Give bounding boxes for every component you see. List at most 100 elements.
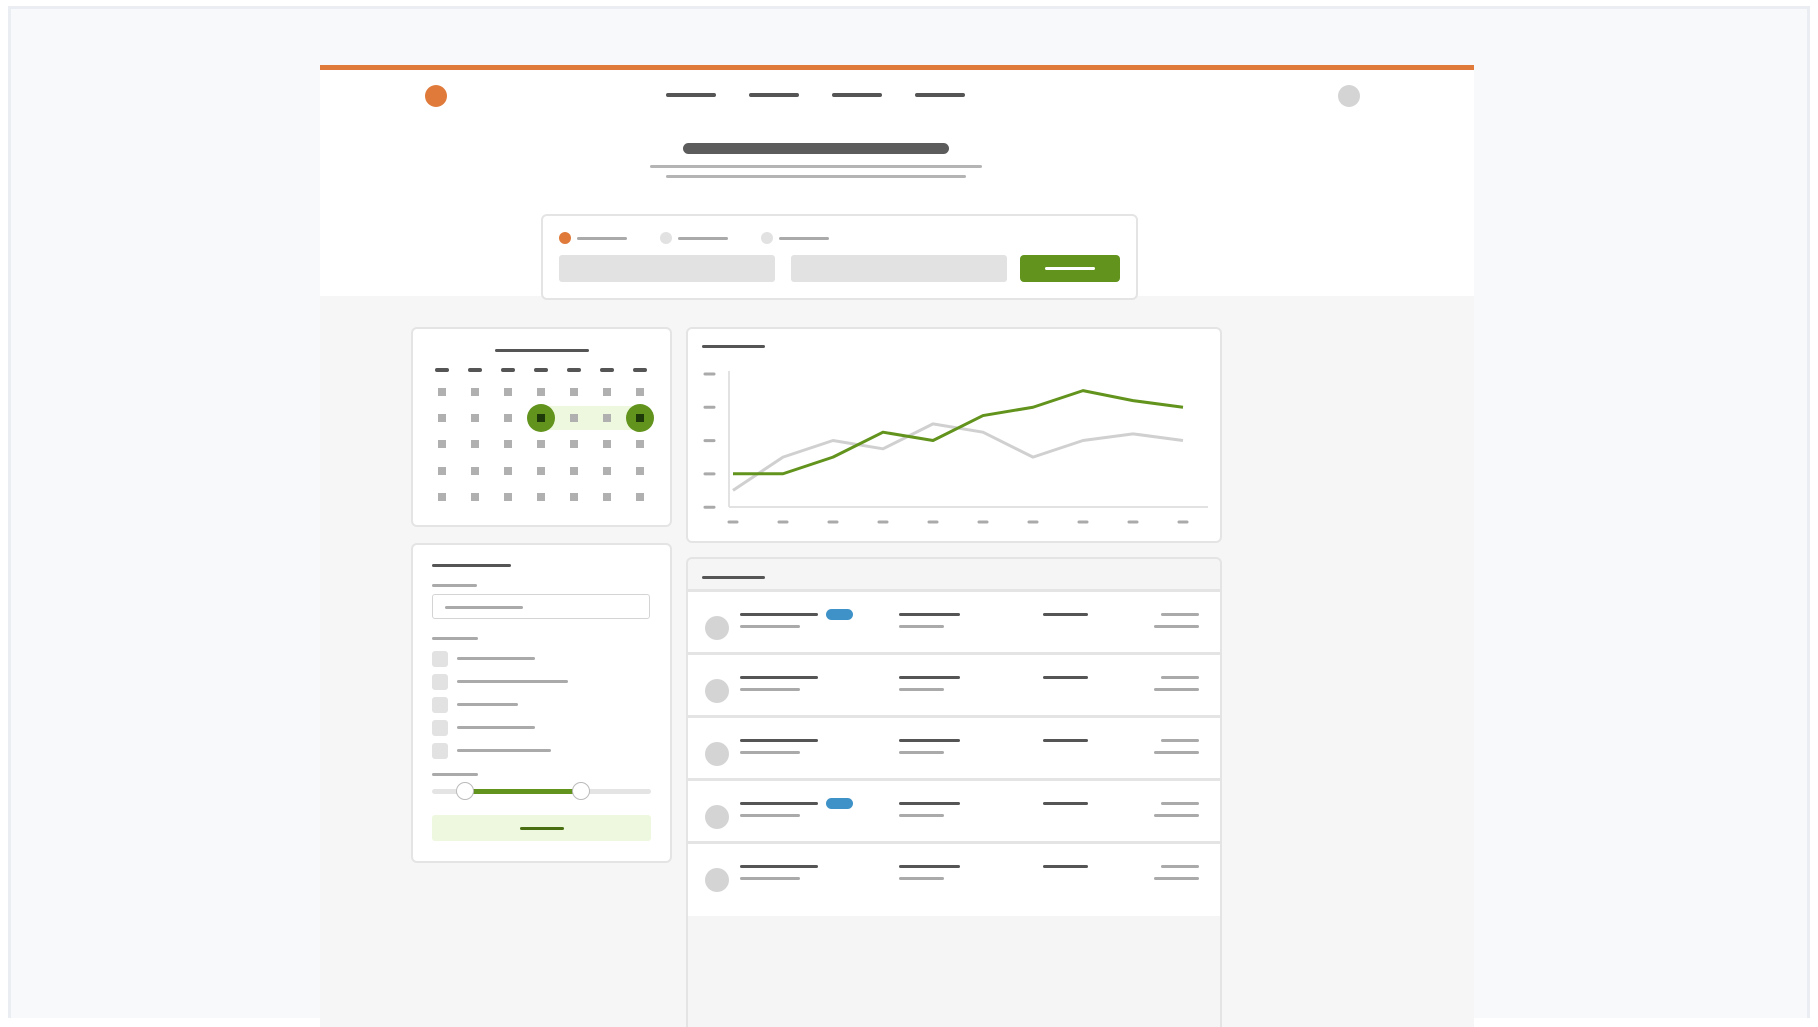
calendar-day[interactable] — [504, 388, 512, 396]
calendar-day[interactable] — [537, 388, 545, 396]
calendar-day[interactable] — [570, 388, 578, 396]
result-name — [740, 739, 818, 742]
result-detail-sub — [899, 814, 944, 817]
apply-filters-button[interactable] — [432, 815, 651, 841]
nav-item-3[interactable] — [832, 93, 882, 97]
calendar-day[interactable] — [471, 388, 479, 396]
series-line-2 — [732, 422, 1184, 492]
calendar-day[interactable] — [504, 493, 512, 501]
checkbox-group-label — [432, 637, 478, 640]
calendar-day[interactable] — [570, 493, 578, 501]
filter-checkbox-4[interactable] — [432, 720, 448, 736]
brand-accent-bar — [320, 65, 1474, 70]
calendar-day[interactable] — [570, 440, 578, 448]
results-title — [702, 576, 765, 579]
result-name — [740, 802, 818, 805]
result-meta — [1161, 865, 1199, 868]
search-button[interactable] — [1020, 255, 1120, 282]
result-detail — [899, 802, 960, 805]
result-row[interactable] — [688, 841, 1220, 916]
result-price — [1154, 625, 1199, 628]
result-avatar-icon — [705, 679, 729, 703]
calendar-day[interactable] — [603, 388, 611, 396]
calendar-day[interactable] — [570, 467, 578, 475]
calendar-day[interactable] — [537, 493, 545, 501]
calendar-day[interactable] — [636, 467, 644, 475]
result-avatar-icon — [705, 616, 729, 640]
hero-subtitle-line-1 — [650, 165, 982, 168]
filter-checkbox-label-4 — [457, 726, 535, 729]
result-detail-sub — [899, 688, 944, 691]
weekday-label-6 — [600, 368, 614, 372]
calendar-day[interactable] — [570, 414, 578, 422]
to-field[interactable] — [791, 255, 1007, 282]
calendar-day[interactable] — [636, 493, 644, 501]
result-price — [1154, 877, 1199, 880]
calendar-day[interactable] — [438, 467, 446, 475]
trip-type-radio-3[interactable] — [761, 232, 773, 244]
from-field[interactable] — [559, 255, 775, 282]
result-detail — [899, 676, 960, 679]
selected-end-day[interactable] — [626, 404, 654, 432]
status-badge — [826, 798, 853, 809]
result-value — [1043, 739, 1088, 742]
logo-icon[interactable] — [425, 85, 447, 107]
calendar-day[interactable] — [438, 493, 446, 501]
calendar-day[interactable] — [438, 440, 446, 448]
hero-subtitle-line-2 — [666, 175, 966, 178]
line-chart — [703, 371, 1208, 524]
user-avatar-icon[interactable] — [1338, 85, 1360, 107]
calendar-day[interactable] — [471, 414, 479, 422]
nav-item-1[interactable] — [666, 93, 716, 97]
result-price — [1154, 688, 1199, 691]
calendar-day[interactable] — [603, 414, 611, 422]
calendar-month-title — [495, 349, 589, 352]
filter-checkbox-3[interactable] — [432, 697, 448, 713]
search-button-label — [1045, 267, 1095, 270]
trip-type-radio-2[interactable] — [660, 232, 672, 244]
series-line-1 — [733, 389, 1184, 476]
trip-type-radio-1[interactable] — [559, 232, 571, 244]
range-slider-min-handle[interactable] — [455, 782, 474, 800]
calendar-day[interactable] — [603, 440, 611, 448]
calendar-day[interactable] — [504, 467, 512, 475]
calendar-day[interactable] — [504, 414, 512, 422]
filter-checkbox-1[interactable] — [432, 651, 448, 667]
filter-card — [411, 543, 672, 863]
filter-checkbox-label-5 — [457, 749, 551, 752]
status-badge — [826, 609, 853, 620]
calendar-day[interactable] — [636, 440, 644, 448]
calendar-day[interactable] — [603, 493, 611, 501]
filter-checkbox-label-2 — [457, 680, 568, 683]
calendar-day[interactable] — [471, 467, 479, 475]
result-value — [1043, 613, 1088, 616]
selected-start-day[interactable] — [527, 404, 555, 432]
result-name — [740, 613, 818, 616]
result-detail-sub — [899, 877, 944, 880]
range-slider-track[interactable] — [432, 782, 651, 800]
calendar-day[interactable] — [537, 440, 545, 448]
results-list — [688, 589, 1220, 1027]
result-subtitle — [740, 688, 800, 691]
nav-item-4[interactable] — [915, 93, 965, 97]
weekday-label-1 — [435, 368, 449, 372]
calendar-day[interactable] — [537, 467, 545, 475]
result-avatar-icon — [705, 742, 729, 766]
calendar-day[interactable] — [471, 493, 479, 501]
calendar-day[interactable] — [471, 440, 479, 448]
calendar-day[interactable] — [636, 388, 644, 396]
calendar-card — [411, 327, 672, 527]
result-detail-sub — [899, 751, 944, 754]
chart-card — [686, 327, 1222, 543]
filter-checkbox-5[interactable] — [432, 743, 448, 759]
hero-title — [683, 143, 949, 154]
calendar-day[interactable] — [438, 388, 446, 396]
nav-item-2[interactable] — [749, 93, 799, 97]
filter-search-input[interactable] — [432, 594, 650, 619]
calendar-day[interactable] — [603, 467, 611, 475]
filter-checkbox-2[interactable] — [432, 674, 448, 690]
calendar-day[interactable] — [504, 440, 512, 448]
calendar-day[interactable] — [438, 414, 446, 422]
result-meta — [1161, 613, 1199, 616]
range-slider-max-handle[interactable] — [571, 782, 590, 800]
